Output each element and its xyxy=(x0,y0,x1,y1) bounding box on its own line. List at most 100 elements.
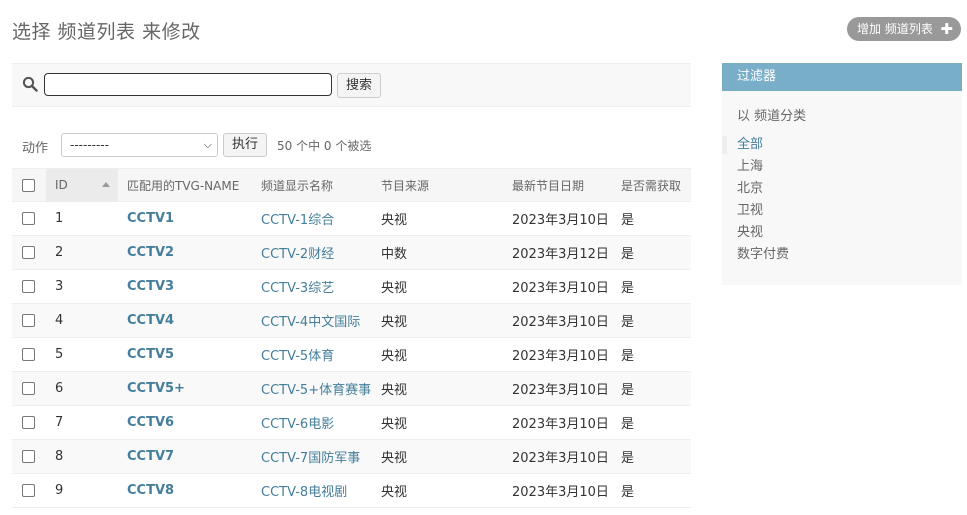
row-select-cell xyxy=(12,337,46,372)
row-source: 央视 xyxy=(372,371,503,406)
column-header-display-name[interactable]: 频道显示名称 xyxy=(252,168,372,202)
search-toolbar: 搜索 xyxy=(12,63,691,107)
column-header-tvg-name[interactable]: 匹配用的TVG-NAME xyxy=(118,168,252,202)
tvg-name-link[interactable]: CCTV4 xyxy=(127,313,174,328)
column-header-id[interactable]: ID xyxy=(46,168,118,202)
row-checkbox[interactable] xyxy=(22,382,35,395)
display-name-link[interactable]: CCTV-5+体育赛事 xyxy=(261,383,371,398)
display-name-link[interactable]: CCTV-3综艺 xyxy=(261,281,334,296)
row-latest-date: 2023年3月10日 xyxy=(503,371,612,406)
row-need-fetch: 是 xyxy=(612,473,691,508)
tvg-name-link[interactable]: CCTV7 xyxy=(127,449,174,464)
row-id: 4 xyxy=(46,303,118,338)
column-header-source[interactable]: 节目来源 xyxy=(372,168,503,202)
search-icon xyxy=(22,76,38,92)
filter-item[interactable]: 数字付费 xyxy=(722,244,962,266)
row-checkbox[interactable] xyxy=(22,314,35,327)
action-select[interactable]: --------- ⌵ xyxy=(61,133,218,157)
display-name-link[interactable]: CCTV-1综合 xyxy=(261,213,334,228)
filter-item[interactable]: 卫视 xyxy=(722,200,962,222)
add-channel-button[interactable]: 增加 频道列表 ✚ xyxy=(847,17,961,41)
row-need-fetch: 是 xyxy=(612,405,691,440)
search-input[interactable] xyxy=(44,73,332,96)
tvg-name-link[interactable]: CCTV6 xyxy=(127,415,174,430)
row-checkbox[interactable] xyxy=(22,280,35,293)
row-need-fetch: 是 xyxy=(612,439,691,474)
tvg-name-link[interactable]: CCTV2 xyxy=(127,245,174,260)
row-id: 5 xyxy=(46,337,118,372)
tvg-name-link[interactable]: CCTV8 xyxy=(127,483,174,498)
filter-header: 过滤器 xyxy=(722,63,962,91)
add-channel-button-label: 增加 频道列表 xyxy=(857,22,933,36)
row-select-cell xyxy=(12,269,46,304)
row-latest-date: 2023年3月10日 xyxy=(503,337,612,372)
sort-ascending-icon xyxy=(102,182,110,187)
tvg-name-link[interactable]: CCTV1 xyxy=(127,211,174,226)
filter-panel: 过滤器 以 频道分类 全部 上海 北京 卫视 央视 数字付费 xyxy=(722,63,962,285)
row-need-fetch: 是 xyxy=(612,235,691,270)
row-source: 央视 xyxy=(372,405,503,440)
filter-item[interactable]: 全部 xyxy=(722,134,962,156)
row-need-fetch: 是 xyxy=(612,201,691,236)
display-name-link[interactable]: CCTV-7国防军事 xyxy=(261,451,360,466)
tvg-name-link[interactable]: CCTV5 xyxy=(127,347,174,362)
actions-label: 动作 xyxy=(22,141,49,156)
row-id: 2 xyxy=(46,235,118,270)
row-latest-date: 2023年3月10日 xyxy=(503,439,612,474)
display-name-link[interactable]: CCTV-6电影 xyxy=(261,417,334,432)
row-need-fetch: 是 xyxy=(612,371,691,406)
row-need-fetch: 是 xyxy=(612,269,691,304)
row-select-cell xyxy=(12,303,46,338)
plus-icon: ✚ xyxy=(940,20,953,38)
filter-item[interactable]: 上海 xyxy=(722,156,962,178)
filter-title: 以 频道分类 xyxy=(737,109,807,124)
row-need-fetch: 是 xyxy=(612,337,691,372)
row-select-cell xyxy=(12,439,46,474)
select-all-checkbox[interactable] xyxy=(22,179,35,192)
row-latest-date: 2023年3月10日 xyxy=(503,473,612,508)
display-name-link[interactable]: CCTV-4中文国际 xyxy=(261,315,360,330)
results-table: ID 匹配用的TVG-NAME 频道显示名称 节目来源 最新节目日期 是否需获取… xyxy=(12,168,691,508)
row-checkbox[interactable] xyxy=(22,212,35,225)
display-name-link[interactable]: CCTV-2财经 xyxy=(261,247,334,262)
row-select-cell xyxy=(12,405,46,440)
run-action-button[interactable]: 执行 xyxy=(223,133,267,157)
row-select-cell xyxy=(12,473,46,508)
table-row: 3 CCTV3 CCTV-3综艺 央视 2023年3月10日是 xyxy=(12,269,691,304)
row-select-cell xyxy=(12,201,46,236)
row-checkbox[interactable] xyxy=(22,416,35,429)
column-header-need-fetch[interactable]: 是否需获取 xyxy=(612,168,691,202)
row-checkbox[interactable] xyxy=(22,484,35,497)
display-name-link[interactable]: CCTV-8电视剧 xyxy=(261,485,347,500)
row-checkbox[interactable] xyxy=(22,246,35,259)
row-checkbox[interactable] xyxy=(22,450,35,463)
table-row: 9 CCTV8 CCTV-8电视剧 央视 2023年3月10日是 xyxy=(12,473,691,508)
row-id: 1 xyxy=(46,201,118,236)
search-button[interactable]: 搜索 xyxy=(337,73,381,98)
select-all-header xyxy=(12,168,46,202)
table-row: 1 CCTV1 CCTV-1综合 央视 2023年3月10日是 xyxy=(12,201,691,236)
chevron-down-icon: ⌵ xyxy=(203,138,212,151)
tvg-name-link[interactable]: CCTV3 xyxy=(127,279,174,294)
filter-list: 全部 上海 北京 卫视 央视 数字付费 xyxy=(722,134,962,266)
row-id: 7 xyxy=(46,405,118,440)
tvg-name-link[interactable]: CCTV5+ xyxy=(127,381,185,396)
table-row: 2 CCTV2 CCTV-2财经 中数 2023年3月12日是 xyxy=(12,235,691,270)
action-select-value: --------- xyxy=(70,138,109,152)
row-latest-date: 2023年3月12日 xyxy=(503,235,612,270)
row-source: 中数 xyxy=(372,235,503,270)
row-source: 央视 xyxy=(372,473,503,508)
row-id: 9 xyxy=(46,473,118,508)
display-name-link[interactable]: CCTV-5体育 xyxy=(261,349,334,364)
table-row: 7 CCTV6 CCTV-6电影 央视 2023年3月10日是 xyxy=(12,405,691,440)
filter-item[interactable]: 北京 xyxy=(722,178,962,200)
table-row: 6 CCTV5+ CCTV-5+体育赛事 央视 2023年3月10日是 xyxy=(12,371,691,406)
column-header-latest-date[interactable]: 最新节目日期 xyxy=(503,168,612,202)
filter-item[interactable]: 央视 xyxy=(722,222,962,244)
row-latest-date: 2023年3月10日 xyxy=(503,269,612,304)
row-source: 央视 xyxy=(372,269,503,304)
row-latest-date: 2023年3月10日 xyxy=(503,201,612,236)
row-source: 央视 xyxy=(372,303,503,338)
row-checkbox[interactable] xyxy=(22,348,35,361)
row-source: 央视 xyxy=(372,337,503,372)
